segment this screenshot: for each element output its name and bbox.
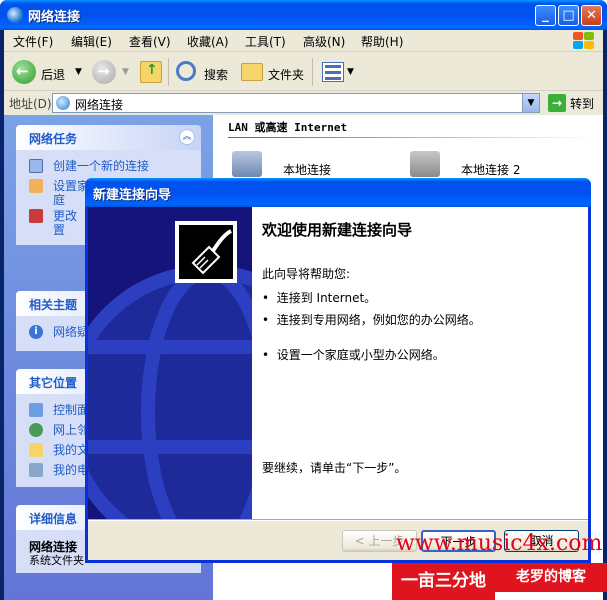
group-divider [228,137,598,138]
folders-icon[interactable] [241,63,263,81]
toolbar-divider [312,58,313,86]
task-setup-home-2[interactable]: 庭 [53,191,65,208]
folders-label[interactable]: 文件夹 [268,66,304,83]
details-type: 系统文件夹 [29,554,84,567]
new-connection-icon [29,159,43,173]
back-label[interactable]: 后退 [41,66,65,83]
info-icon: i [29,325,43,339]
network-icon [7,7,23,23]
address-label: 地址(D) [9,97,52,111]
search-label[interactable]: 搜索 [204,66,228,83]
go-arrow-icon[interactable]: → [548,94,566,112]
wizard-heading: 欢迎使用新建连接向导 [262,221,413,239]
menu-help[interactable]: 帮助(H) [361,33,403,50]
documents-icon [29,443,43,457]
panel-header[interactable]: 网络任务 ︽ [16,125,201,150]
group-header: LAN 或高速 Internet [228,121,348,134]
computer-icon [29,463,43,477]
place-control-panel[interactable]: 控制面 [53,401,89,418]
close-button[interactable]: ✕ [581,5,602,26]
address-input[interactable]: 网络连接 ▼ [52,93,540,113]
menu-bar: 文件(F) 编辑(E) 查看(V) 收藏(A) 工具(T) 高级(N) 帮助(H… [4,30,603,52]
watermark-url: www.music4x.com [396,531,603,556]
watermark-right: 老罗的博客 [495,563,607,592]
panel-title: 其它位置 [29,376,78,390]
forward-icon[interactable]: → [92,60,116,84]
wizard-dialog: 新建连接向导 欢迎使用新建连接向导 此向导将帮助您: • 连接到 Interne… [85,178,591,563]
bullet-item: • 连接到 Internet。 [262,291,377,305]
dialog-body: 欢迎使用新建连接向导 此向导将帮助您: • 连接到 Internet。 • 连接… [88,207,588,560]
windows-logo-icon [571,31,597,51]
back-icon[interactable]: ← [12,60,36,84]
connection-icon[interactable] [410,151,440,177]
wizard-content: 欢迎使用新建连接向导 此向导将帮助您: • 连接到 Internet。 • 连接… [252,207,588,519]
menu-favorites[interactable]: 收藏(A) [187,33,229,50]
forward-dropdown-icon[interactable]: ▼ [122,67,129,77]
connection-label[interactable]: 本地连接 2 [461,161,520,178]
search-icon[interactable] [176,61,196,81]
task-create-connection[interactable]: 创建一个新的连接 [53,157,149,174]
control-panel-icon [29,403,43,417]
place-my-documents[interactable]: 我的文 [53,441,89,458]
dialog-separator [88,519,588,521]
connection-icon[interactable] [232,151,262,177]
address-bar: 地址(D) 网络连接 ▼ → 转到 [4,92,603,114]
views-icon[interactable] [322,62,344,82]
window-title: 网络连接 [28,10,81,25]
toolbar-divider [168,58,169,86]
bullet-item: • 设置一个家庭或小型办公网络。 [262,348,445,362]
dialog-title-bar[interactable]: 新建连接向导 [85,178,591,207]
watermark-left: 一亩三分地 [392,563,495,600]
bullet-item: • 连接到专用网络，例如您的办公网络。 [262,313,481,327]
title-bar[interactable]: 网络连接 _ □ ✕ [0,0,607,30]
network-cable-icon [179,225,233,279]
dialog-title: 新建连接向导 [93,188,172,203]
panel-title: 详细信息 [29,512,78,526]
place-my-computer[interactable]: 我的电 [53,461,89,478]
wizard-icon-frame [175,221,237,283]
collapse-icon[interactable]: ︽ [179,129,195,145]
toolbar: ← 后退 ▼ → ▼ ↑ 搜索 文件夹 ▼ [4,53,603,91]
panel-title: 网络任务 [29,132,78,146]
views-dropdown-icon[interactable]: ▼ [347,67,354,77]
panel-title: 相关主题 [29,298,78,312]
place-network-neighborhood[interactable]: 网上邻 [53,421,89,438]
maximize-button[interactable]: □ [558,5,579,26]
folder-up-icon[interactable]: ↑ [140,61,162,83]
wizard-art [88,207,252,519]
task-change-2[interactable]: 置 [53,221,65,238]
menu-advanced[interactable]: 高级(N) [303,33,345,50]
minimize-button[interactable]: _ [535,5,556,26]
back-dropdown-icon[interactable]: ▼ [75,67,82,77]
menu-view[interactable]: 查看(V) [129,33,171,50]
home-network-icon [29,179,43,193]
menu-tools[interactable]: 工具(T) [245,33,286,50]
address-value: 网络连接 [75,98,124,112]
address-dropdown-icon[interactable]: ▼ [522,94,539,112]
wizard-intro: 此向导将帮助您: [262,267,351,281]
related-item[interactable]: 网络疑 [53,323,89,340]
menu-file[interactable]: 文件(F) [13,33,53,50]
network-places-icon [29,423,43,437]
firewall-icon [29,209,43,223]
network-icon [56,96,70,110]
wizard-footer-text: 要继续，请单击“下一步”。 [262,461,407,475]
connection-label[interactable]: 本地连接 [283,161,331,178]
menu-edit[interactable]: 编辑(E) [71,33,112,50]
go-button[interactable]: 转到 [570,95,594,112]
